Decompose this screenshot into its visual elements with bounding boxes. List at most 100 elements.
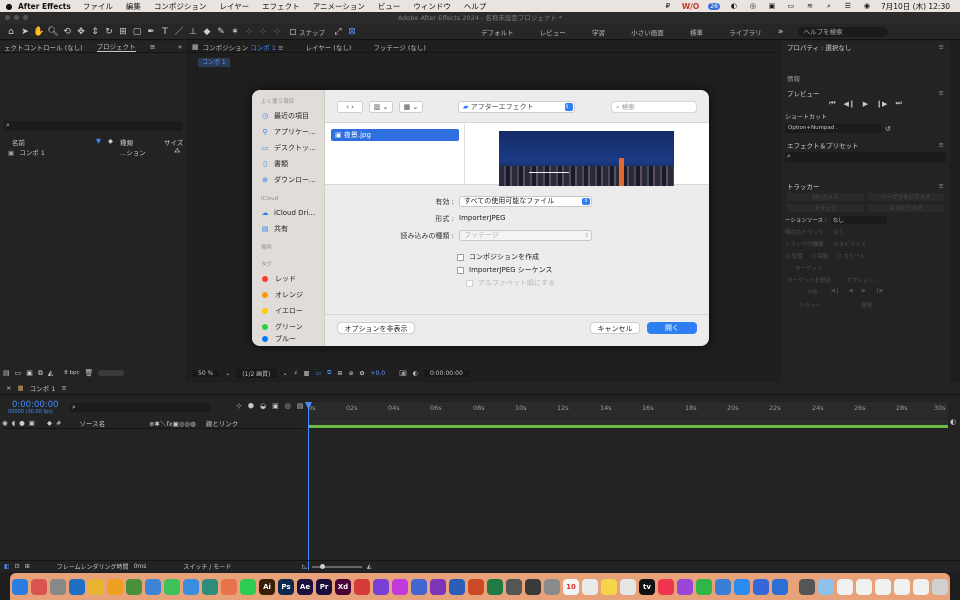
notes-icon[interactable] — [601, 578, 617, 595]
analyze-forward-icon[interactable]: ▶ — [862, 288, 866, 296]
dolly-tool-icon[interactable]: ⇕ — [88, 26, 102, 38]
chrome-icon[interactable] — [88, 578, 104, 595]
render-toggle-icon[interactable]: ◧ — [4, 563, 10, 570]
thumbnail-slider[interactable] — [98, 370, 125, 376]
enable-select[interactable]: すべての使用可能なファイル ⇕ — [459, 196, 592, 207]
sidebar-tag-orange[interactable]: オレンジ — [252, 287, 324, 303]
clone-stamp-icon[interactable]: ⊥ — [186, 26, 200, 38]
snap-option-icon[interactable]: ⤢ — [331, 26, 345, 38]
comp-breadcrumb[interactable]: コンポ 1 — [198, 58, 230, 67]
keynote-icon[interactable] — [715, 578, 731, 595]
close-icon[interactable]: × — [6, 384, 11, 392]
options-button[interactable]: オプション... — [846, 276, 879, 284]
column-header-type[interactable]: 種類 — [120, 137, 133, 147]
appletv-icon[interactable]: tv — [639, 578, 655, 595]
timeline-toggle-icon[interactable]: ◐ — [950, 418, 956, 426]
finder-icon[interactable] — [12, 578, 28, 595]
playhead[interactable] — [308, 402, 309, 570]
photos-icon[interactable] — [221, 578, 237, 595]
time-ruler[interactable]: 0s 02s 04s 06s 08s 10s 12s 14s 16s 18s 2… — [308, 402, 948, 418]
orbit-tool-icon[interactable]: ⟲ — [60, 26, 74, 38]
alpha-order-checkbox[interactable] — [466, 279, 473, 287]
rectangle-tool-icon[interactable]: ▢ — [130, 26, 144, 38]
workspace-libraries[interactable]: ライブラリ — [717, 29, 774, 37]
workspace-review[interactable]: レビュー — [528, 29, 578, 37]
tab-footage[interactable]: フッテージ (なし) — [373, 42, 426, 52]
audio-icon[interactable]: ◖ — [12, 419, 15, 427]
workspace-small[interactable]: 小さい画面 — [619, 29, 676, 37]
siri-icon[interactable]: ◉ — [862, 2, 872, 10]
pen-tool-icon[interactable]: ✒ — [144, 26, 158, 38]
folder-path-select[interactable]: ▰ アフターエフェクト ⇕ — [458, 101, 575, 113]
premiere-icon[interactable]: Pr — [316, 578, 332, 595]
panel-overflow-icon[interactable]: » — [178, 43, 182, 51]
illustrator-icon[interactable]: Ai — [259, 578, 275, 595]
music-icon[interactable] — [658, 578, 674, 595]
analyze-forward-frame-icon[interactable]: ❙▶ — [875, 288, 884, 296]
sidebar-tag-green[interactable]: グリーン — [252, 319, 324, 335]
camera-3d-button[interactable]: 3D カメラ — [787, 193, 864, 201]
vscode-icon[interactable] — [69, 578, 85, 595]
set-target-button[interactable]: ターゲットを設定... — [787, 276, 836, 284]
next-frame-icon[interactable]: ❙▶ — [876, 100, 887, 108]
viewer-timecode[interactable]: 0:00:00:00 — [423, 369, 469, 377]
column-header-size[interactable]: サイズ — [164, 137, 183, 147]
comp-flowchart-icon[interactable]: ⊹ — [236, 402, 242, 410]
app-icon[interactable] — [620, 578, 636, 595]
numbers-icon[interactable] — [696, 578, 712, 595]
motion-source-select[interactable]: なし — [830, 216, 887, 224]
sidebar-item-desktop[interactable]: ▭ デスクトッ... — [252, 140, 324, 156]
onenote-icon[interactable] — [430, 578, 446, 595]
adjust-icon[interactable]: ⧉ — [38, 369, 43, 378]
current-track-select[interactable]: なし — [833, 228, 844, 236]
play-icon[interactable]: ▶ — [863, 100, 868, 108]
sidebar-item-downloads[interactable]: ⊕ ダウンロー... — [252, 172, 324, 188]
folder-icon[interactable] — [913, 578, 929, 595]
open-button[interactable]: 開く — [647, 322, 697, 334]
tab-composition[interactable]: コンポジション コンポ 1 ≡ — [203, 42, 284, 52]
bpc-toggle[interactable]: 8 bpc — [64, 370, 79, 376]
menu-item[interactable]: ビュー — [378, 1, 401, 12]
new-comp-icon[interactable]: ▣ — [26, 369, 33, 377]
work-area-bar[interactable] — [308, 419, 948, 428]
app-icon[interactable] — [525, 578, 541, 595]
track-motion-button[interactable]: トラック — [787, 204, 864, 212]
create-comp-checkbox[interactable] — [457, 253, 464, 261]
app-icon[interactable] — [145, 578, 161, 595]
wifi-icon[interactable]: ≋ — [805, 2, 815, 10]
word-icon[interactable] — [449, 578, 465, 595]
status-count[interactable]: 26 — [708, 2, 720, 10]
aftereffects-icon[interactable]: Ae — [297, 578, 313, 595]
excel-icon[interactable] — [487, 578, 503, 595]
channel-icon[interactable]: ⊕ — [348, 370, 353, 377]
menu-extra-icon[interactable]: ▣ — [767, 2, 777, 10]
settings-icon[interactable] — [50, 578, 66, 595]
lock-icon[interactable]: ▣ — [29, 419, 35, 427]
folder-icon[interactable] — [894, 578, 910, 595]
reset-button[interactable]: リセット — [799, 301, 821, 309]
rotation-checkbox[interactable]: ☐ 回転 — [811, 252, 829, 260]
parent-link-header[interactable]: 親とリンク — [206, 418, 239, 428]
workspace-default[interactable]: デフォルト — [469, 29, 526, 37]
sidebar-item-icloud-drive[interactable]: ☁ iCloud Dri... — [252, 205, 324, 221]
menu-item[interactable]: ウィンドウ — [413, 1, 451, 12]
interpret-footage-icon[interactable]: ▤ — [3, 369, 10, 377]
sidebar-item-shared[interactable]: ▤ 共有 — [252, 221, 324, 237]
app-icon[interactable] — [544, 578, 560, 595]
analyze-back-icon[interactable]: ◀ — [848, 288, 852, 296]
solo-icon[interactable]: ● — [19, 419, 25, 427]
panel-menu-icon[interactable]: ≡ — [939, 182, 944, 190]
imovie-icon[interactable] — [373, 578, 389, 595]
zoom-slider[interactable] — [311, 563, 362, 569]
sidebar-tag-yellow[interactable]: イエロー — [252, 303, 324, 319]
draft-3d-icon[interactable]: ⬢ — [248, 402, 254, 410]
tab-effect-controls[interactable]: ェクトコントロール (なし) — [4, 42, 83, 52]
label-sort-icon[interactable]: ▼ — [96, 137, 101, 145]
stabilize-button[interactable]: スタビライズ — [867, 204, 944, 212]
show-snapshot-icon[interactable]: ◐ — [413, 370, 418, 377]
menu-item[interactable]: アニメーション — [313, 1, 365, 12]
puppet-tool-icon[interactable]: ✶ — [228, 26, 242, 38]
chevron-right-icon[interactable]: › — [351, 103, 354, 111]
zoom-out-icon[interactable]: ◺ — [302, 563, 307, 570]
app-icon[interactable] — [506, 578, 522, 595]
